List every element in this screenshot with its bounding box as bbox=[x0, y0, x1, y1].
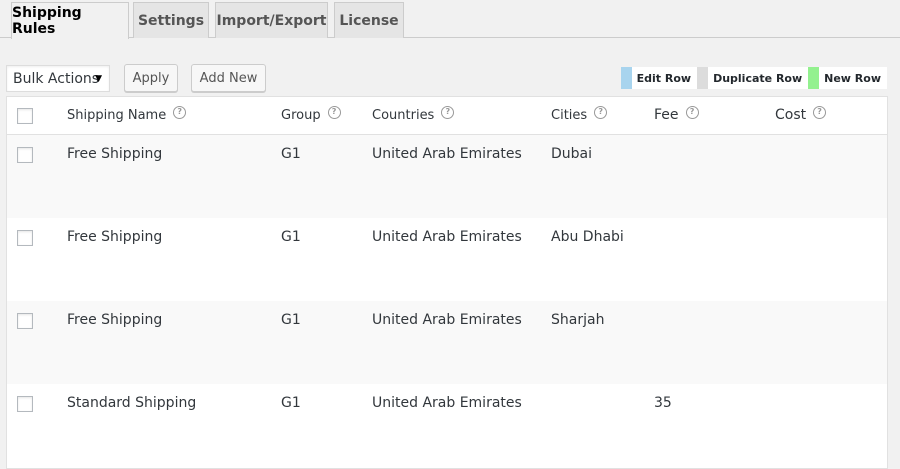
table-header: Shipping Name ? Group ? Countries ? Citi… bbox=[7, 97, 887, 135]
select-all-checkbox[interactable] bbox=[17, 108, 33, 124]
column-countries: Countries ? bbox=[372, 106, 455, 123]
cell-group: G1 bbox=[281, 312, 301, 328]
row-color-legend: Edit Row Duplicate Row New Row bbox=[620, 67, 887, 89]
row-checkbox[interactable] bbox=[17, 396, 33, 412]
legend-label: Edit Row bbox=[636, 71, 692, 85]
column-label: Cities bbox=[551, 108, 588, 123]
legend-label: New Row bbox=[824, 71, 881, 85]
table-row[interactable]: Free Shipping G1 United Arab Emirates Sh… bbox=[7, 301, 887, 384]
column-label: Shipping Name bbox=[67, 108, 167, 123]
duplicate-row-swatch bbox=[697, 67, 709, 89]
cell-country: United Arab Emirates bbox=[372, 229, 522, 245]
legend-new-row: New Row bbox=[808, 67, 887, 89]
help-icon[interactable]: ? bbox=[594, 106, 608, 119]
column-shipping-name: Shipping Name ? bbox=[67, 106, 187, 123]
help-icon[interactable]: ? bbox=[327, 106, 341, 119]
help-icon[interactable]: ? bbox=[441, 106, 455, 119]
column-fee: Fee ? bbox=[654, 105, 699, 123]
tab-import-export[interactable]: Import/Export bbox=[215, 2, 328, 38]
legend-label: Duplicate Row bbox=[713, 71, 803, 85]
add-new-button[interactable]: Add New bbox=[191, 64, 266, 92]
cell-shipping-name: Free Shipping bbox=[67, 229, 163, 245]
help-icon[interactable]: ? bbox=[685, 105, 699, 119]
tab-shipping-rules[interactable]: Shipping Rules bbox=[11, 2, 129, 39]
cell-group: G1 bbox=[281, 395, 301, 411]
cell-shipping-name: Standard Shipping bbox=[67, 395, 197, 411]
edit-row-swatch bbox=[620, 67, 632, 89]
cell-shipping-name: Free Shipping bbox=[67, 312, 163, 328]
tab-bar: Shipping Rules Settings Import/Export Li… bbox=[0, 0, 900, 39]
row-checkbox[interactable] bbox=[17, 230, 33, 246]
legend-edit-row: Edit Row bbox=[620, 67, 698, 89]
column-cost: Cost ? bbox=[775, 105, 827, 123]
cell-country: United Arab Emirates bbox=[372, 395, 522, 411]
column-label: Fee bbox=[654, 107, 679, 123]
cell-city: Abu Dhabi bbox=[551, 229, 624, 245]
cell-country: United Arab Emirates bbox=[372, 312, 522, 328]
cell-city: Sharjah bbox=[551, 312, 605, 328]
shipping-rules-table: Shipping Name ? Group ? Countries ? Citi… bbox=[6, 96, 888, 469]
table-row[interactable]: Free Shipping G1 United Arab Emirates Du… bbox=[7, 135, 887, 218]
bulk-actions-select[interactable]: Bulk Actions ▼ bbox=[6, 65, 110, 92]
cell-shipping-name: Free Shipping bbox=[67, 146, 163, 162]
help-icon[interactable]: ? bbox=[173, 106, 187, 119]
table-row[interactable]: Standard Shipping G1 United Arab Emirate… bbox=[7, 384, 887, 467]
help-icon[interactable]: ? bbox=[813, 105, 827, 119]
apply-button[interactable]: Apply bbox=[124, 64, 178, 92]
tab-settings[interactable]: Settings bbox=[133, 2, 209, 38]
cell-group: G1 bbox=[281, 229, 301, 245]
cell-country: United Arab Emirates bbox=[372, 146, 522, 162]
cell-fee: 35 bbox=[654, 395, 672, 411]
new-row-swatch bbox=[808, 67, 820, 89]
row-checkbox[interactable] bbox=[17, 313, 33, 329]
cell-city: Dubai bbox=[551, 146, 593, 162]
column-label: Group bbox=[281, 108, 321, 123]
column-cities: Cities ? bbox=[551, 106, 608, 123]
legend-duplicate-row: Duplicate Row bbox=[697, 67, 809, 89]
column-label: Countries bbox=[372, 108, 435, 123]
dropdown-arrow-icon: ▼ bbox=[95, 74, 102, 84]
table-row[interactable]: Free Shipping G1 United Arab Emirates Ab… bbox=[7, 218, 887, 301]
row-checkbox[interactable] bbox=[17, 147, 33, 163]
tab-license[interactable]: License bbox=[334, 2, 404, 38]
column-group: Group ? bbox=[281, 106, 341, 123]
cell-group: G1 bbox=[281, 146, 301, 162]
bulk-actions-value: Bulk Actions bbox=[13, 70, 100, 87]
column-label: Cost bbox=[775, 107, 807, 123]
